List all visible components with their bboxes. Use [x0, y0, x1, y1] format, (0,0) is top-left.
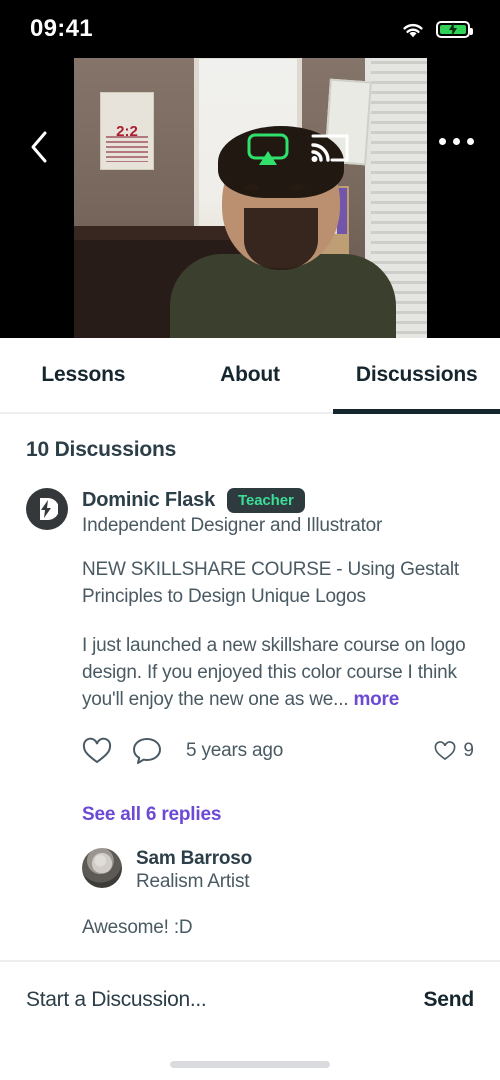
discussion-composer: Send: [0, 960, 500, 1080]
comment-bubble-icon[interactable]: [132, 736, 162, 766]
reply-item: Sam Barroso Realism Artist: [82, 847, 474, 893]
heart-outline-icon: [435, 741, 456, 760]
status-time: 09:41: [30, 15, 93, 42]
tab-bar: Lessons About Discussions: [0, 338, 500, 414]
tab-about[interactable]: About: [167, 338, 334, 412]
more-link[interactable]: more: [353, 689, 399, 710]
home-indicator: [170, 1061, 330, 1068]
section-title: 10 Discussions: [26, 438, 177, 461]
back-chevron-icon[interactable]: [22, 130, 56, 164]
wifi-icon: [403, 23, 423, 37]
reply-author-name: Sam Barroso: [136, 847, 253, 869]
video-player[interactable]: 2:2: [0, 58, 500, 338]
video-frame: 2:2: [74, 58, 427, 338]
like-count: 9: [463, 739, 474, 761]
status-badge: Teacher: [227, 488, 305, 513]
battery-charging-icon: [436, 20, 473, 38]
post-text-content: I just launched a new skillshare course …: [82, 634, 466, 710]
status-bar: 09:41: [0, 0, 500, 58]
chromecast-icon[interactable]: [310, 130, 350, 168]
like-count-group[interactable]: 9: [434, 740, 474, 762]
post-text: I just launched a new skillshare course …: [82, 633, 474, 714]
post-body: NEW SKILLSHARE COURSE - Using Gestalt Pr…: [82, 557, 474, 714]
more-options-icon[interactable]: [439, 138, 474, 145]
discussions-panel: 10 Discussions Dominic Flask Teacher Ind…: [0, 414, 500, 960]
discussion-post: Dominic Flask Teacher Independent Design…: [0, 462, 500, 960]
tab-discussions[interactable]: Discussions: [333, 338, 500, 414]
status-indicators: [400, 20, 473, 39]
airplay-icon[interactable]: [246, 132, 290, 168]
see-all-replies-link[interactable]: See all 6 replies: [82, 804, 474, 826]
reply-author-subtitle: Realism Artist: [136, 870, 250, 892]
post-author-name: Dominic Flask: [82, 489, 215, 511]
avatar[interactable]: [26, 488, 68, 530]
post-header: Dominic Flask Teacher Independent Design…: [26, 488, 474, 537]
heart-icon[interactable]: [82, 736, 112, 766]
post-title: NEW SKILLSHARE COURSE - Using Gestalt Pr…: [82, 559, 459, 607]
tab-lessons[interactable]: Lessons: [0, 338, 167, 412]
post-timestamp: 5 years ago: [186, 739, 284, 761]
phone-screen: 09:41 2:2 Lessons About Discussions 10 D…: [0, 0, 500, 1080]
discussion-input[interactable]: [26, 988, 424, 1012]
reply-text: Awesome! :D: [82, 916, 193, 938]
post-author-subtitle: Independent Designer and Illustrator: [82, 515, 383, 536]
post-actions: 5 years ago 9: [82, 736, 474, 766]
lightning-d-logo-icon: [40, 498, 58, 520]
charging-bolt-icon: [449, 22, 457, 36]
reply-avatar[interactable]: [82, 847, 122, 888]
send-button[interactable]: Send: [423, 988, 474, 1012]
